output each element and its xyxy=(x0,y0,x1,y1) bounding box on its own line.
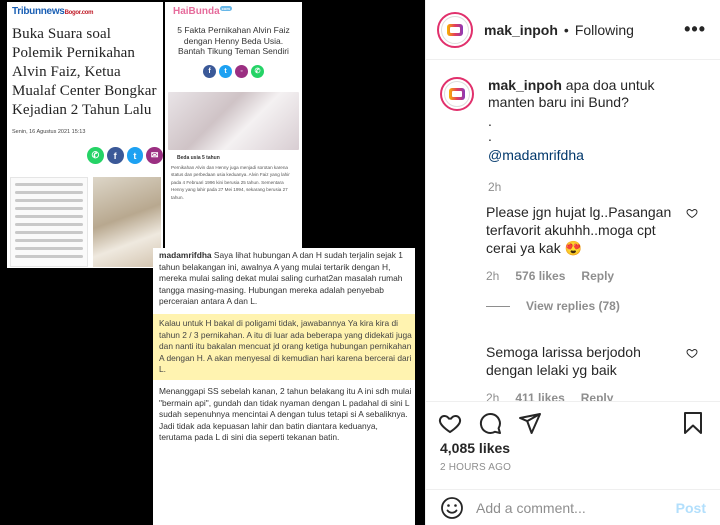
tribun-logo-main: Tribunnews xyxy=(12,6,65,17)
post-actions: 4,085 likes 2 HOURS AGO xyxy=(426,401,720,485)
tribun-logo: TribunnewsBogor.com xyxy=(12,6,163,17)
comment-likes[interactable]: 576 likes xyxy=(515,269,565,283)
haibunda-logo-badge: com xyxy=(219,6,232,11)
twitter-icon: t xyxy=(219,64,232,78)
post-image[interactable]: TribunnewsBogor.com Buka Suara soal Pole… xyxy=(0,0,425,525)
likes-count[interactable]: 4,085 likes xyxy=(426,440,720,456)
comment-body: Please jgn hujat lg..Pasangan terfavorit… xyxy=(486,204,672,256)
comment-meta: 2h 576 likes Reply xyxy=(486,269,710,283)
tribun-logo-sub: Bogor.com xyxy=(64,10,94,16)
heart-icon[interactable] xyxy=(686,347,698,359)
caption-avatar-inner xyxy=(444,81,470,107)
tribun-date: Senin, 16 Agustus 2021 15:13 xyxy=(12,129,86,135)
facebook-icon: f xyxy=(106,147,124,164)
haibunda-logo: HaiBunda com xyxy=(173,6,302,17)
like-heart-icon[interactable] xyxy=(438,411,462,435)
header-separator: • xyxy=(563,21,569,38)
comment-likes[interactable]: 411 likes xyxy=(515,391,564,401)
haibunda-byline xyxy=(165,83,302,88)
twitter-icon: t xyxy=(126,147,144,164)
whatsapp-icon: ✆ xyxy=(251,64,264,78)
statement-para-2: Menanggapi SS sebelah kanan, 2 tahun bel… xyxy=(159,385,412,443)
view-replies-button[interactable]: View replies (78) xyxy=(486,299,710,313)
tribun-article-card: TribunnewsBogor.com Buka Suara soal Pole… xyxy=(7,2,163,268)
haibunda-logo-text: HaiBunda xyxy=(173,6,220,17)
action-icons xyxy=(426,402,720,438)
comment-1: Please jgn hujat lg..Pasangan terfavorit… xyxy=(440,203,710,313)
statement-para-1: madamrifdha Saya lihat hubungan A dan H … xyxy=(153,248,415,308)
view-replies-label: View replies (78) xyxy=(526,299,620,313)
line-icon: ◦ xyxy=(235,64,248,78)
comment-body: Semoga larissa berjodoh dengan lelaki yg… xyxy=(486,344,641,378)
header-username[interactable]: mak_inpoh xyxy=(484,22,558,38)
reply-button[interactable]: Reply xyxy=(581,269,614,283)
caption-avatar[interactable] xyxy=(440,77,474,111)
heart-icon[interactable] xyxy=(686,207,698,219)
comments-section[interactable]: mak_inpoh apa doa untuk manten baru ini … xyxy=(426,61,720,401)
caption-username[interactable]: mak_inpoh xyxy=(488,77,562,93)
comment-avatar[interactable] xyxy=(440,343,472,375)
wedding-photo xyxy=(168,91,299,150)
statement-highlight: Kalau untuk H bakal di poligami tidak, j… xyxy=(153,313,415,380)
comment-time[interactable]: 2h xyxy=(486,391,499,401)
comment-meta: 2h 411 likes Reply xyxy=(486,391,710,401)
statement-author: madamrifdha xyxy=(159,250,212,260)
post-header: mak_inpoh • Following ••• xyxy=(426,0,720,60)
tv-logo-icon xyxy=(447,23,463,36)
avatar-inner xyxy=(441,15,469,44)
bookmark-icon[interactable] xyxy=(682,411,704,435)
tv-logo-icon xyxy=(449,88,465,100)
comment-2: Semoga larissa berjodoh dengan lelaki yg… xyxy=(440,343,710,401)
caption-body: mak_inpoh apa doa untuk manten baru ini … xyxy=(488,77,698,196)
more-options-icon[interactable]: ••• xyxy=(684,19,706,40)
replies-line xyxy=(486,305,510,307)
tribun-headline: Buka Suara soal Polemik Pernikahan Alvin… xyxy=(12,26,157,118)
comment-text: Please jgn hujat lg..Pasangan terfavorit… xyxy=(486,203,686,257)
chat-screenshot xyxy=(10,177,88,267)
emoji-icon[interactable] xyxy=(440,496,464,520)
tribun-images xyxy=(7,172,163,268)
tribun-share-row: ✆ f t ✉ xyxy=(87,147,163,164)
post-button[interactable]: Post xyxy=(676,500,706,516)
comment-text: Semoga larissa berjodoh dengan lelaki yg… xyxy=(486,343,686,379)
comment-bubble-icon[interactable] xyxy=(478,411,502,435)
caption-time[interactable]: 2h xyxy=(488,179,698,196)
couple-photo xyxy=(93,177,161,267)
haibunda-subheading: Beda usia 5 tahun xyxy=(177,154,220,161)
post-time[interactable]: 2 HOURS AGO xyxy=(426,462,720,473)
haibunda-share-row: f t ◦ ✆ xyxy=(165,64,302,78)
mention-link[interactable]: @madamrifdha xyxy=(488,147,698,164)
comment-time[interactable]: 2h xyxy=(486,269,499,283)
caption-dots-2: . xyxy=(488,128,492,144)
haibunda-headline: 5 Fakta Pernikahan Alvin Faiz dengan Hen… xyxy=(177,25,290,56)
share-paper-plane-icon[interactable] xyxy=(518,411,542,435)
avatar[interactable] xyxy=(437,11,473,48)
caption: mak_inpoh apa doa untuk manten baru ini … xyxy=(426,61,720,196)
message-icon: ✉ xyxy=(146,147,163,164)
statement-card: madamrifdha Saya lihat hubungan A dan H … xyxy=(153,248,415,525)
whatsapp-icon: ✆ xyxy=(87,147,104,164)
comment-input[interactable] xyxy=(476,499,666,516)
haibunda-body: Pernikahan Alvin dan Henny juga menjadi … xyxy=(171,164,290,200)
haibunda-article-card: HaiBunda com 5 Fakta Pernikahan Alvin Fai… xyxy=(165,2,302,248)
comment-avatar[interactable] xyxy=(440,203,472,235)
reply-button[interactable]: Reply xyxy=(581,391,614,401)
facebook-icon: f xyxy=(203,64,216,78)
following-button[interactable]: Following xyxy=(575,22,634,38)
add-comment-bar: Post xyxy=(426,489,720,525)
